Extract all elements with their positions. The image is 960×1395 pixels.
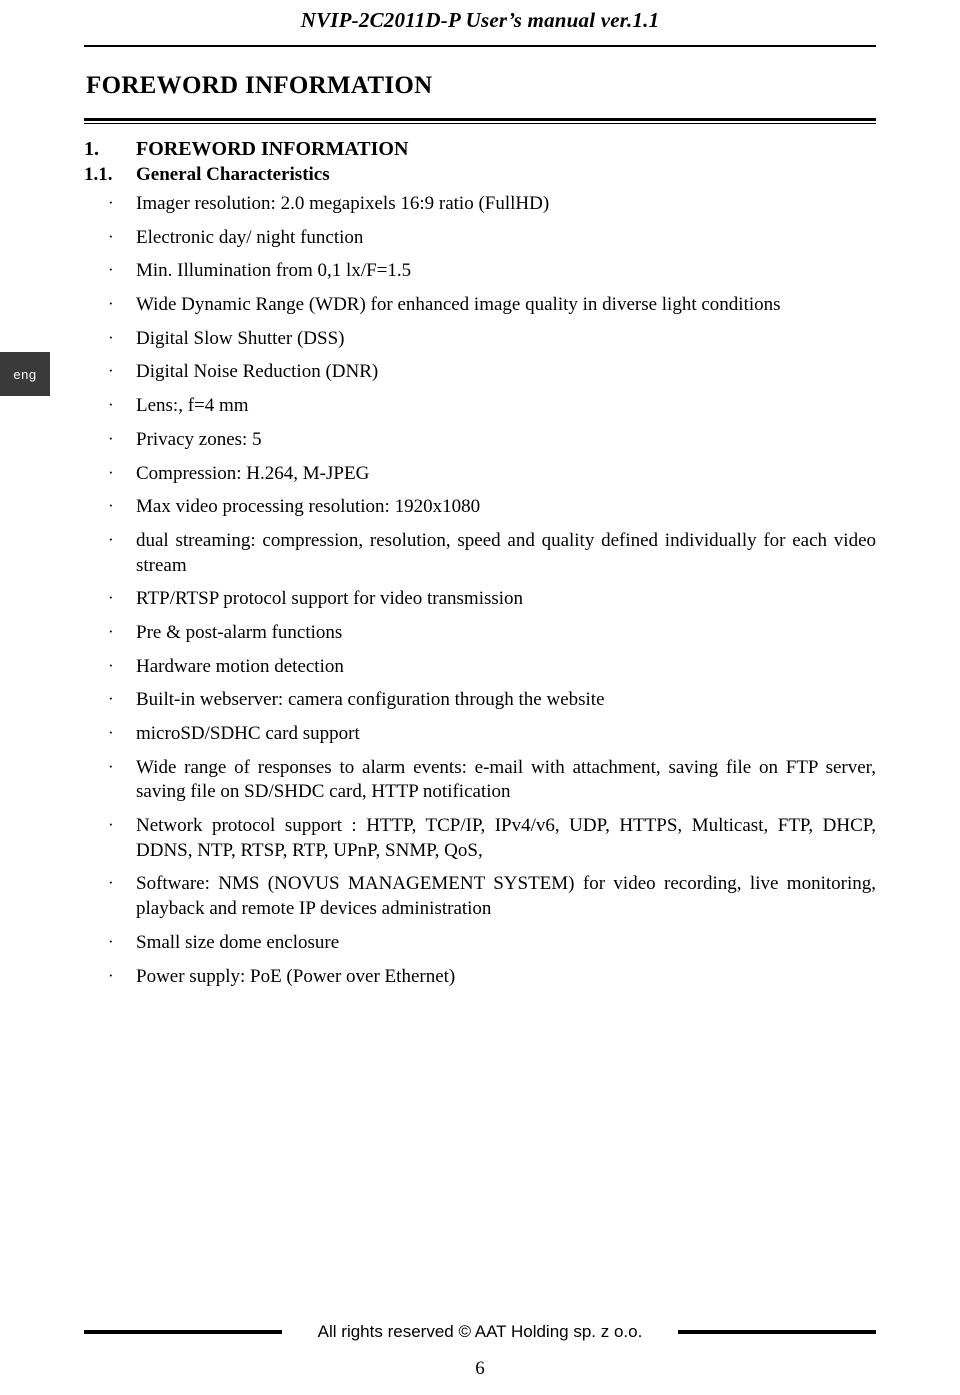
- list-item: · Wide Dynamic Range (WDR) for enhanced i…: [84, 293, 876, 318]
- list-item: · Network protocol support : HTTP, TCP/IP…: [84, 814, 876, 863]
- list-item-text: Electronic day/ night function: [136, 226, 364, 248]
- bullet-icon: ·: [108, 931, 114, 951]
- list-item: · Pre & post-alarm functions: [84, 621, 876, 646]
- list-item: · Min. Illumination from 0,1 lx/F=1.5: [84, 259, 876, 284]
- list-item: · RTP/RTSP protocol support for video tra…: [84, 587, 876, 612]
- list-item-text: Imager resolution: 2.0 megapixels 16:9 r…: [136, 193, 550, 214]
- bullet-icon: ·: [108, 361, 114, 381]
- list-item: · Digital Slow Shutter (DSS): [84, 327, 876, 352]
- list-item: · Wide range of responses to alarm events…: [84, 756, 876, 805]
- bullet-icon: ·: [108, 873, 114, 893]
- list-item-text: Digital Noise Reduction (DNR): [136, 361, 379, 383]
- list-item: · Lens:, f=4 mm: [84, 394, 876, 419]
- bullet-icon: ·: [108, 689, 114, 709]
- title-double-rule: [84, 118, 876, 124]
- rule-thick: [84, 118, 876, 121]
- rule-thin: [84, 123, 876, 124]
- list-item-text: Hardware motion detection: [136, 655, 344, 677]
- list-item-text: Compression: H.264, M-JPEG: [136, 462, 370, 484]
- list-item-text: Lens:, f=4 mm: [136, 395, 249, 417]
- list-item-text: Wide range of responses to alarm events:…: [136, 756, 876, 803]
- list-item-text: Network protocol support : HTTP, TCP/IP,…: [136, 815, 876, 861]
- heading-1-number: 1.: [84, 138, 99, 160]
- bullet-icon: ·: [108, 193, 114, 212]
- list-item-text: Digital Slow Shutter (DSS): [136, 327, 345, 349]
- list-item: · Hardware motion detection: [84, 655, 876, 680]
- bullet-icon: ·: [108, 327, 114, 347]
- bullet-icon: ·: [108, 428, 114, 448]
- list-item-text: Built-in webserver: camera configuration…: [136, 689, 605, 711]
- list-item: · Imager resolution: 2.0 megapixels 16:9 …: [84, 192, 876, 217]
- bullet-icon: ·: [108, 965, 114, 985]
- list-item-text: Pre & post-alarm functions: [136, 621, 343, 643]
- list-item-text: microSD/SDHC card support: [136, 723, 360, 744]
- bullet-icon: ·: [108, 462, 114, 482]
- list-item: · Max video processing resolution: 1920x1…: [84, 495, 876, 520]
- bullet-icon: ·: [108, 815, 114, 835]
- list-item: · microSD/SDHC card support: [84, 722, 876, 747]
- footer-text: All rights reserved © AAT Holding sp. z …: [317, 1322, 643, 1341]
- list-item-text: Small size dome enclosure: [136, 931, 340, 953]
- list-item-text: Privacy zones: 5: [136, 428, 262, 450]
- list-item-text: Max video processing resolution: 1920x10…: [136, 496, 481, 518]
- list-item-text: Min. Illumination from 0,1 lx/F=1.5: [136, 260, 412, 282]
- list-item-text: Power supply: PoE (Power over Ethernet): [136, 965, 456, 987]
- list-item-text: RTP/RTSP protocol support for video tran…: [136, 588, 524, 610]
- bullet-icon: ·: [108, 294, 114, 314]
- bullet-icon: ·: [108, 655, 114, 675]
- header-divider: [84, 45, 876, 47]
- list-item: · dual streaming: compression, resolution…: [84, 529, 876, 578]
- document-page: NVIP-2C2011D-P User’s manual ver.1.1 FOR…: [0, 0, 960, 1395]
- page-title: FOREWORD INFORMATION: [86, 72, 433, 99]
- bullet-icon: ·: [108, 226, 114, 246]
- heading-2-number: 1.1.: [84, 164, 113, 185]
- bullet-icon: ·: [108, 529, 114, 549]
- bullet-icon: ·: [108, 588, 114, 608]
- bullet-icon: ·: [108, 723, 114, 742]
- page-number: 6: [475, 1358, 485, 1379]
- document-content: 1. FOREWORD INFORMATION 1.1. General Cha…: [84, 138, 876, 998]
- list-item: · Privacy zones: 5: [84, 428, 876, 453]
- characteristics-list: · Imager resolution: 2.0 megapixels 16:9 …: [84, 192, 876, 989]
- list-item-text: Wide Dynamic Range (WDR) for enhanced im…: [136, 294, 781, 316]
- bullet-icon: ·: [108, 496, 114, 516]
- list-item-text: Software: NMS (NOVUS MANAGEMENT SYSTEM) …: [136, 873, 876, 920]
- bullet-icon: ·: [108, 756, 114, 776]
- bullet-icon: ·: [108, 395, 114, 415]
- bullet-icon: ·: [108, 621, 114, 641]
- list-item: · Electronic day/ night function: [84, 226, 876, 251]
- language-tab-eng: eng: [0, 352, 50, 396]
- language-tab-label: eng: [13, 366, 37, 382]
- document-header: NVIP-2C2011D-P User’s manual ver.1.1: [300, 8, 660, 32]
- list-item: · Small size dome enclosure: [84, 931, 876, 956]
- list-item-text: dual streaming: compression, resolution,…: [136, 529, 876, 576]
- list-item: · Power supply: PoE (Power over Ethernet): [84, 965, 876, 990]
- list-item: · Compression: H.264, M-JPEG: [84, 462, 876, 487]
- list-item: · Built-in webserver: camera configuratio…: [84, 688, 876, 713]
- heading-2: 1.1. General Characteristics: [84, 164, 876, 186]
- heading-2-text: General Characteristics: [136, 164, 330, 185]
- bullet-icon: ·: [108, 260, 114, 280]
- heading-1-text: FOREWORD INFORMATION: [136, 138, 409, 160]
- list-item: · Software: NMS (NOVUS MANAGEMENT SYSTEM)…: [84, 872, 876, 921]
- list-item: · Digital Noise Reduction (DNR): [84, 360, 876, 385]
- heading-1: 1. FOREWORD INFORMATION: [84, 138, 876, 161]
